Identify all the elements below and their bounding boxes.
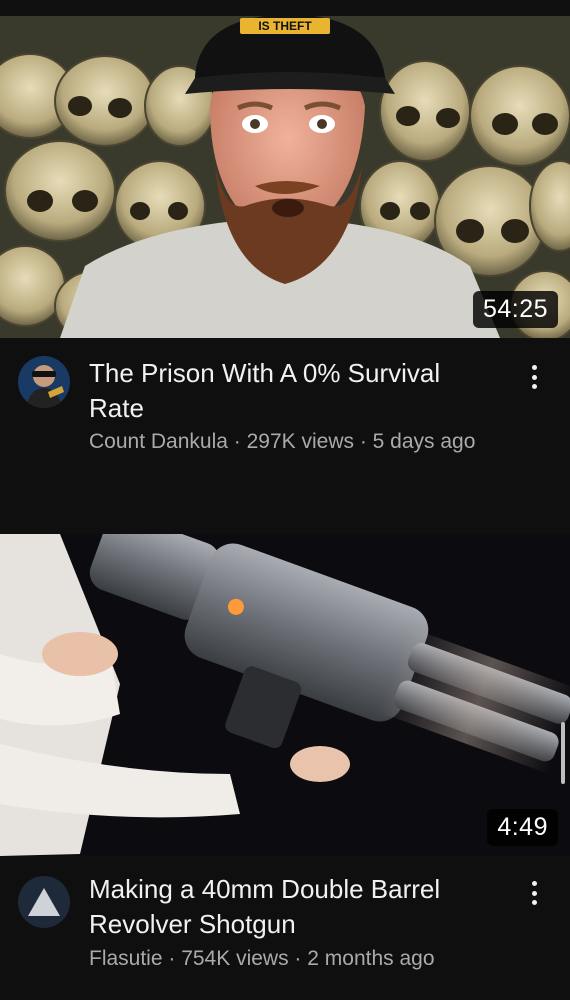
video-subtitle-2: Flasutie · 754K views · 2 months ago <box>89 944 489 974</box>
duration-badge-1: 54:25 <box>472 291 558 328</box>
top-band <box>0 0 570 16</box>
video-subtitle-1: Count Dankula · 297K views · 5 days ago <box>89 427 489 457</box>
thumbnail-cap-text: IS THEFT <box>258 19 312 33</box>
more-vert-icon[interactable] <box>524 362 544 392</box>
thumbnail-image-skulls: IS THEFT <box>0 16 570 338</box>
video-thumbnail-1[interactable]: IS THEFT 54:25 <box>0 16 570 338</box>
avatar-image-count-dankula <box>18 356 70 408</box>
video-title-2[interactable]: Making a 40mm Double Barrel Revolver Sho… <box>89 872 489 942</box>
scrollbar-thumb[interactable] <box>561 722 565 784</box>
duration-badge-2: 4:49 <box>487 809 558 846</box>
channel-avatar-2[interactable] <box>18 876 70 928</box>
upload-age: 5 days ago <box>372 430 476 453</box>
thumbnail-image-revolver-shotgun <box>0 534 570 856</box>
more-vert-icon[interactable] <box>524 878 544 908</box>
triangle-logo-icon <box>18 876 70 928</box>
channel-name[interactable]: Count Dankula <box>89 430 228 453</box>
view-count: 297K views <box>246 430 354 453</box>
view-count: 754K views <box>181 947 289 970</box>
channel-avatar-1[interactable] <box>18 356 70 408</box>
separator: · <box>288 947 308 970</box>
upload-age: 2 months ago <box>307 947 435 970</box>
separator: · <box>353 430 373 453</box>
video-title-1[interactable]: The Prison With A 0% Survival Rate <box>89 356 489 426</box>
separator: · <box>227 430 247 453</box>
channel-name[interactable]: Flasutie <box>89 947 163 970</box>
video-thumbnail-2[interactable]: 4:49 <box>0 534 570 856</box>
separator: · <box>162 947 182 970</box>
